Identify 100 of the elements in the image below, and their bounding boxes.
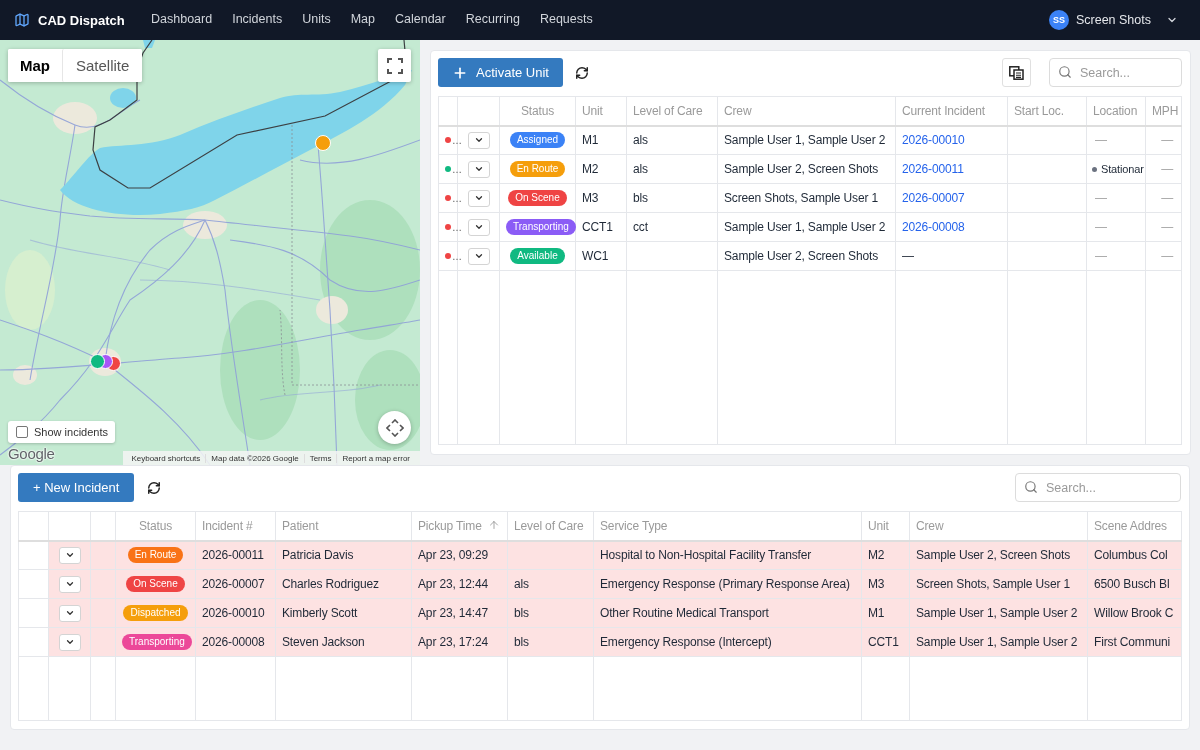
row-menu-button[interactable] [58, 546, 81, 564]
fullscreen-button[interactable] [378, 49, 411, 82]
table-cell: bls [507, 627, 594, 657]
column-header: Start Loc. [1014, 103, 1064, 118]
status-badge: En Route [509, 161, 566, 177]
table-cell: Sample User 2, Screen Shots [717, 154, 896, 184]
table-cell: Steven Jackson [275, 627, 412, 657]
map-type-tab[interactable]: Map [8, 49, 62, 82]
column-header: Current Incident [902, 103, 985, 118]
table-cell: Screen Shots, Sample User 1 [909, 569, 1088, 599]
attribution-link[interactable]: Keyboard shortcuts [126, 453, 206, 463]
table-cell: Other Routine Medical Transport [593, 598, 862, 628]
attribution-link[interactable]: Terms [303, 453, 337, 463]
google-logo: Google [8, 445, 55, 462]
location-text: Stationar [1101, 163, 1144, 175]
truncated-text: … [452, 192, 462, 204]
status-badge: On Scene [508, 190, 567, 206]
column-header: Unit [582, 103, 603, 118]
row-menu-button[interactable] [58, 633, 81, 651]
truncated-text: … [452, 134, 462, 146]
location-dot-icon [1092, 166, 1097, 172]
table-cell: als [626, 125, 718, 155]
truncated-text: … [452, 163, 462, 175]
row-menu-button[interactable] [467, 189, 490, 207]
status-badge: Assigned [509, 132, 566, 149]
refresh-icon[interactable] [575, 65, 589, 80]
truncated-text: … [452, 221, 462, 233]
table-cell: Sample User 1, Sample User 2 [909, 627, 1088, 657]
table-cell: Sample User 1, Sample User 2 [717, 125, 896, 155]
table-cell: Sample User 2, Screen Shots [909, 540, 1088, 570]
table-cell: 6500 Busch Bl [1087, 569, 1182, 599]
checkbox-label[interactable]: Show incidents [34, 426, 108, 438]
table-cell: Sample User 1, Sample User 2 [909, 598, 1088, 628]
table-cell: Kimberly Scott [275, 598, 412, 628]
table-cell: Charles Rodriguez [275, 569, 412, 599]
checkbox[interactable] [16, 426, 28, 438]
status-badge: Transporting [122, 634, 192, 650]
row-menu-button[interactable] [467, 160, 490, 178]
move-arrows-icon [385, 418, 404, 437]
nav-link[interactable]: Dashboard [151, 12, 213, 28]
refresh-icon[interactable] [147, 480, 162, 495]
nav-link[interactable]: Calendar [395, 12, 446, 28]
table-cell: cct [626, 212, 718, 242]
search-field[interactable]: Search... [1049, 58, 1182, 87]
table-cell: Emergency Response (Primary Response Area) [593, 569, 862, 599]
table-cell: als [507, 569, 594, 599]
table-cell: Sample User 1, Sample User 2 [717, 212, 896, 242]
chevron-down-icon [64, 608, 75, 618]
nav-link[interactable]: Map [350, 12, 375, 28]
table-cell: 2026-00007 [195, 569, 276, 599]
status-badge: On Scene [126, 576, 185, 592]
column-header: MPH [1152, 103, 1179, 118]
attribution-link[interactable]: Map data ©2026 Google [205, 453, 304, 463]
column-header: Status [520, 103, 555, 118]
new-incident-button[interactable]: + New Incident [18, 473, 135, 502]
status-badge: Dispatched [123, 605, 188, 621]
activate-unit-button[interactable]: Activate Unit [438, 58, 563, 87]
chevron-down-icon [473, 251, 484, 261]
attribution-link[interactable]: Report a map error [336, 453, 415, 463]
chevron-down-icon [64, 579, 75, 589]
row-menu-button[interactable] [467, 131, 490, 149]
table-cell: CCT1 [575, 212, 627, 242]
user-avatar[interactable]: SS [1048, 10, 1069, 30]
table-cell: Apr 23, 17:24 [411, 627, 508, 657]
chevron-down-icon [473, 222, 484, 232]
row-menu-button[interactable] [467, 247, 490, 265]
table-cell: als [626, 154, 718, 184]
table-cell: — [1086, 125, 1146, 155]
brand-name[interactable]: CAD Dispatch [38, 12, 125, 28]
status-badge: Available [510, 248, 565, 264]
column-header: Crew [724, 103, 752, 118]
nav-link[interactable]: Requests [539, 12, 593, 28]
table-cell: Willow Brook C [1087, 598, 1182, 628]
columns-icon [1009, 65, 1024, 80]
table-cell: — [895, 241, 1008, 271]
status-badge: En Route [127, 547, 184, 564]
table-cell: bls [507, 598, 594, 628]
row-menu-button[interactable] [58, 575, 81, 593]
table-cell: — [1086, 241, 1146, 271]
search-field[interactable]: Search... [1015, 473, 1181, 502]
table-cell: Sample User 2, Screen Shots [717, 241, 896, 271]
row-menu-button[interactable] [467, 218, 490, 236]
table-cell: 2026-00011 [195, 540, 276, 570]
table-cell: Hospital to Non-Hospital Facility Transfer [593, 540, 862, 570]
map-type-tab[interactable]: Satellite [62, 49, 143, 82]
table-cell: First Communi [1087, 627, 1182, 657]
user-name[interactable]: Screen Shots [1075, 13, 1151, 27]
chevron-down-icon [64, 637, 75, 647]
table-cell: 2026-00008 [195, 627, 276, 657]
table-cell: Apr 23, 12:44 [411, 569, 508, 599]
nav-link[interactable]: Incidents [232, 12, 283, 28]
search-icon [1024, 480, 1038, 494]
truncated-text: … [452, 250, 462, 262]
row-menu-button[interactable] [58, 604, 81, 622]
table-cell: — [1086, 183, 1146, 213]
nav-link[interactable]: Units [302, 12, 331, 28]
column-toggle-button[interactable] [1002, 58, 1031, 87]
chevron-down-icon [473, 193, 484, 203]
table-cell: Columbus Col [1087, 540, 1182, 570]
nav-link[interactable]: Recurring [465, 12, 520, 28]
